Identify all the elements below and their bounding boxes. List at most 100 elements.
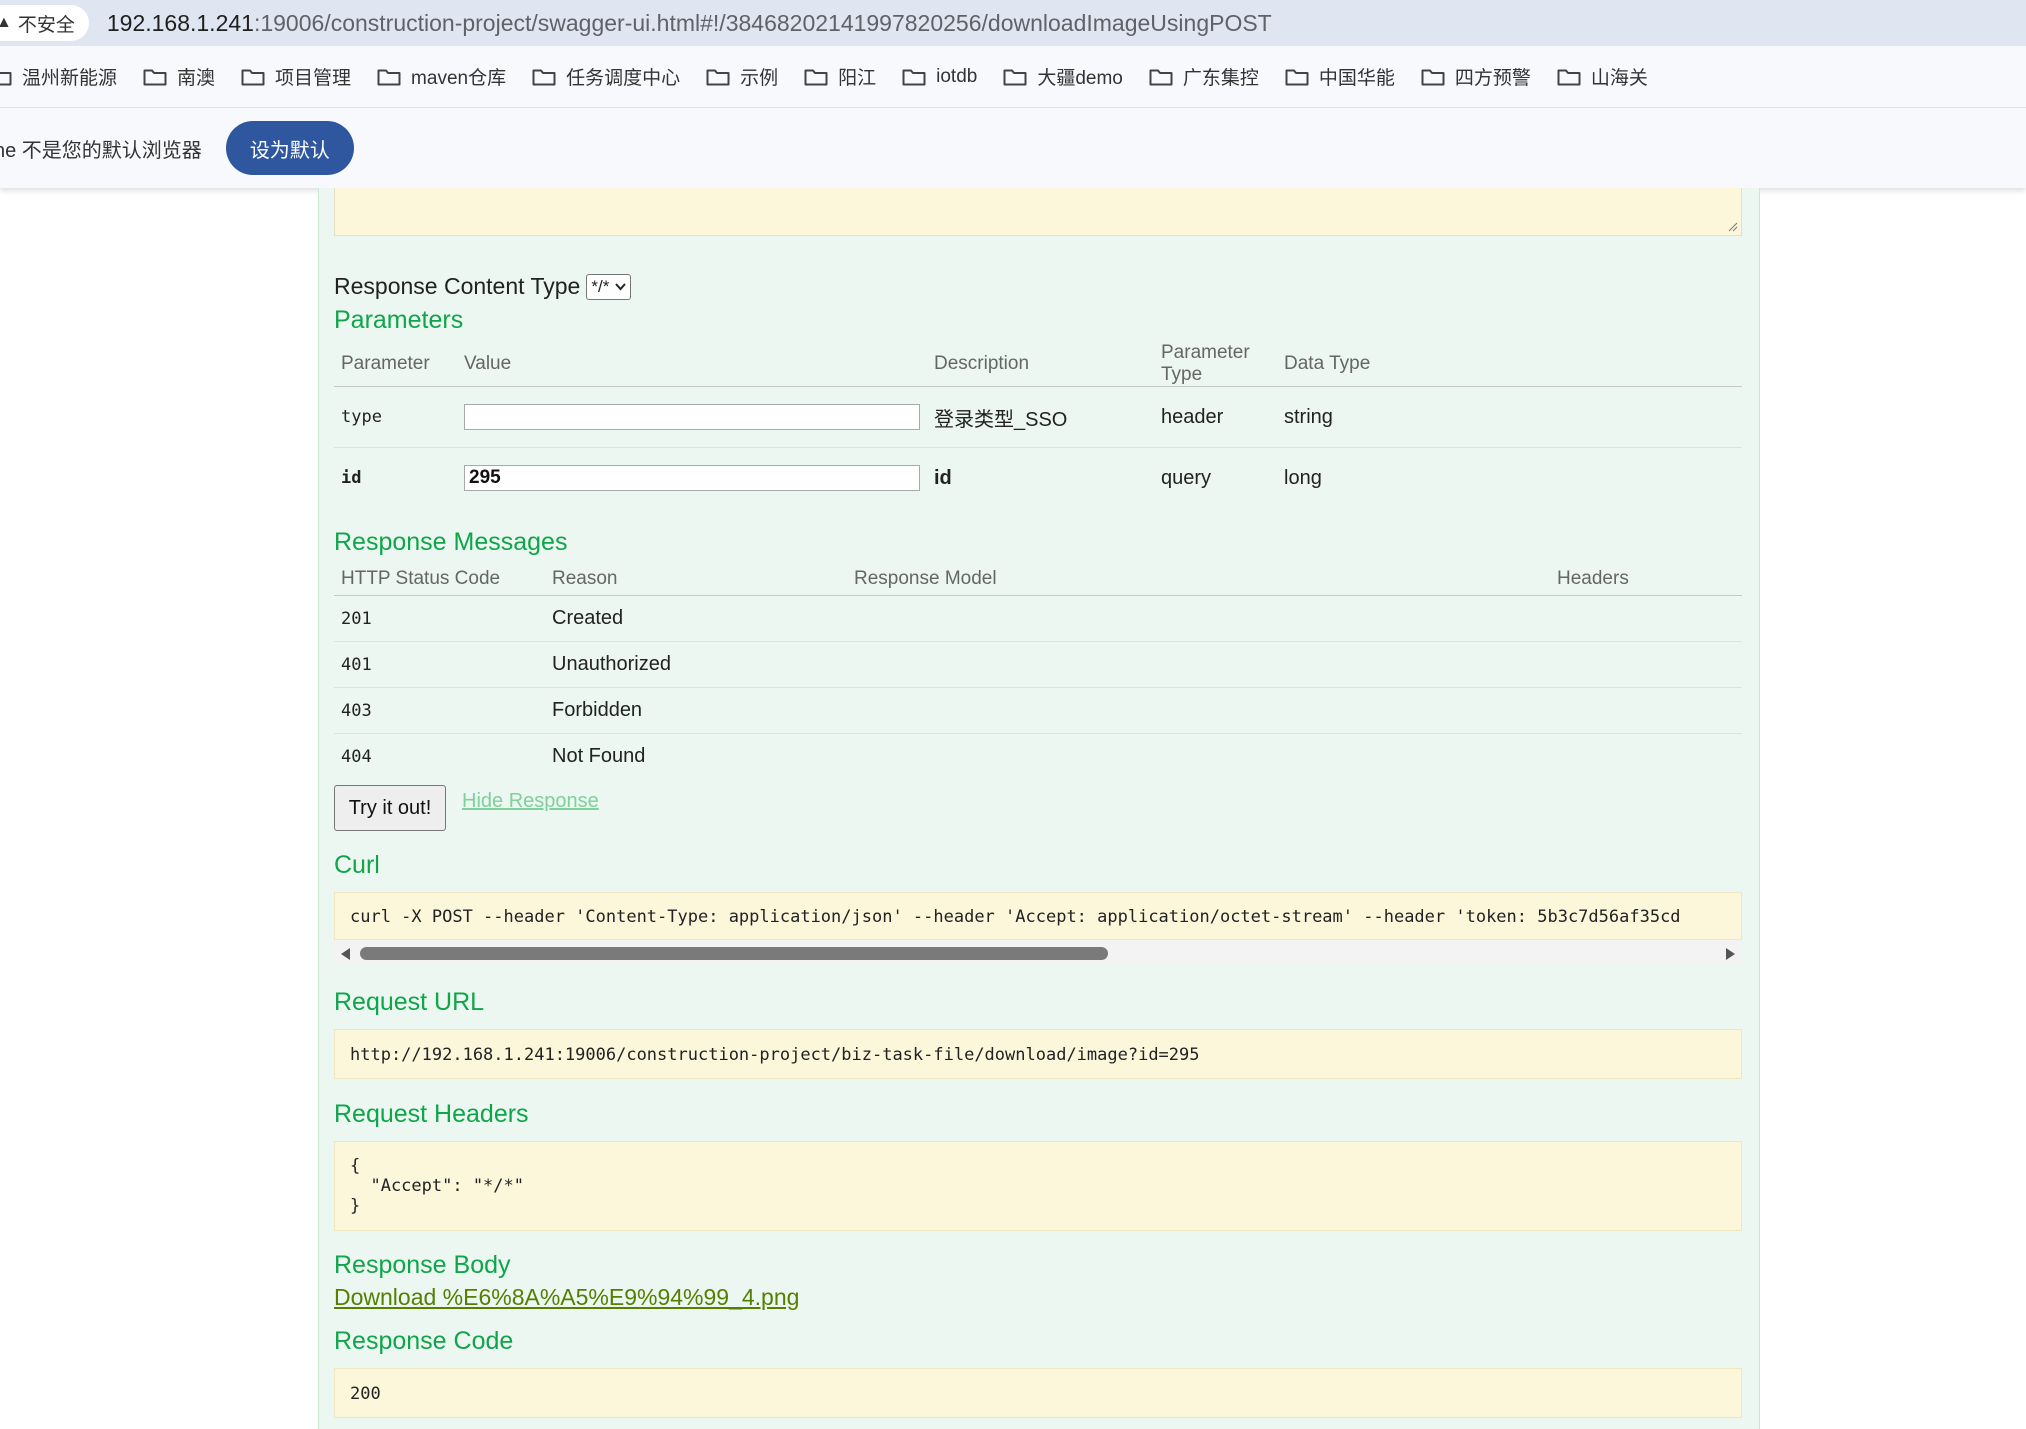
folder-icon bbox=[1285, 69, 1309, 85]
set-default-button[interactable]: 设为默认 bbox=[225, 121, 354, 175]
bookmark-label: 四方预警 bbox=[1454, 68, 1531, 89]
resp-col-headers: Headers bbox=[1550, 563, 1742, 596]
chevron-down-icon bbox=[615, 282, 627, 290]
request-url-code: http://192.168.1.241:19006/construction-… bbox=[334, 1029, 1742, 1079]
response-content-type: Response Content Type */* bbox=[334, 273, 632, 300]
response-code-title: Response Code bbox=[334, 1327, 514, 1355]
bookmark-label: 山海关 bbox=[1590, 68, 1648, 89]
bookmark-item[interactable]: 广东集控 bbox=[1149, 63, 1259, 90]
status-code: 403 bbox=[334, 687, 545, 734]
curl-scrollbar[interactable] bbox=[334, 940, 1742, 966]
bookmark-item[interactable]: 阳江 bbox=[804, 63, 876, 90]
bookmark-item[interactable]: 南澳 bbox=[143, 63, 215, 90]
param-name: type bbox=[334, 386, 457, 448]
bookmark-item[interactable]: 温州新能源 bbox=[0, 63, 117, 90]
bookmark-item[interactable]: maven仓库 bbox=[377, 63, 506, 90]
param-type: header bbox=[1154, 386, 1277, 448]
url-field[interactable]: 192.168.1.241:19006/construction-project… bbox=[107, 10, 1272, 37]
resp-col-model: Response Model bbox=[847, 563, 1550, 596]
scroll-right-icon[interactable] bbox=[1726, 948, 1735, 960]
response-messages-table: HTTP Status Code Reason Response Model H… bbox=[334, 563, 1742, 780]
bookmark-label: 任务调度中心 bbox=[566, 68, 681, 89]
table-row: 401 Unauthorized bbox=[334, 641, 1742, 688]
bookmark-label: 示例 bbox=[740, 68, 779, 89]
url-path: :19006/construction-project/swagger-ui.h… bbox=[253, 9, 1272, 36]
folder-icon bbox=[902, 69, 926, 85]
warning-icon: ▲ bbox=[0, 14, 12, 31]
parameters-title: Parameters bbox=[334, 306, 464, 334]
table-row: 201 Created bbox=[334, 595, 1742, 642]
status-reason: Unauthorized bbox=[545, 641, 847, 688]
param-description: id bbox=[934, 466, 952, 489]
status-reason: Not Found bbox=[552, 745, 646, 768]
response-content-type-label: Response Content Type bbox=[334, 273, 581, 299]
status-reason: Created bbox=[545, 595, 847, 642]
response-messages-title: Response Messages bbox=[334, 528, 568, 556]
folder-icon bbox=[0, 71, 12, 85]
request-url-title: Request URL bbox=[334, 988, 485, 1016]
param-data-type: long bbox=[1284, 466, 1322, 489]
folder-icon bbox=[1149, 69, 1173, 85]
status-code: 401 bbox=[334, 641, 545, 688]
bookmark-item[interactable]: 示例 bbox=[706, 63, 778, 90]
bookmark-label: 大疆demo bbox=[1037, 68, 1123, 89]
scrollbar-thumb[interactable] bbox=[360, 947, 1108, 960]
download-link[interactable]: Download %E6%8A%A5%E9%94%99_4.png bbox=[334, 1284, 799, 1311]
bookmark-item[interactable]: 项目管理 bbox=[241, 63, 351, 90]
bookmark-item[interactable]: 大疆demo bbox=[1003, 63, 1123, 90]
hide-response-link[interactable]: Hide Response bbox=[462, 790, 599, 813]
default-browser-infobar: ne 不是您的默认浏览器 设为默认 bbox=[0, 108, 2026, 188]
request-headers-code: { "Accept": "*/*" } bbox=[334, 1141, 1742, 1231]
id-input[interactable] bbox=[464, 465, 920, 492]
type-input[interactable] bbox=[464, 404, 920, 430]
security-label: 不安全 bbox=[17, 14, 75, 36]
param-type: query bbox=[1161, 466, 1212, 489]
bookmark-label: 阳江 bbox=[838, 68, 877, 89]
body-textarea[interactable] bbox=[334, 188, 1742, 236]
folder-icon bbox=[1421, 69, 1445, 85]
bookmark-label: 南澳 bbox=[177, 68, 216, 89]
resp-col-reason: Reason bbox=[545, 563, 847, 596]
bookmark-label: maven仓库 bbox=[411, 68, 507, 89]
bookmark-label: 项目管理 bbox=[275, 68, 352, 89]
status-code: 201 bbox=[334, 595, 545, 642]
security-indicator[interactable]: ▲ 不安全 bbox=[0, 5, 89, 41]
folder-icon bbox=[143, 69, 167, 85]
bookmark-item[interactable]: 四方预警 bbox=[1421, 63, 1531, 90]
bookmark-label: 中国华能 bbox=[1318, 68, 1395, 89]
infobar-message: ne 不是您的默认浏览器 bbox=[0, 139, 202, 162]
try-it-out-button[interactable]: Try it out! bbox=[334, 785, 446, 831]
table-row: 404 Not Found bbox=[334, 734, 1742, 780]
bookmarks-bar: 温州新能源 南澳 项目管理 maven仓库 任务调度中心 示例 阳江 iotdb 大疆demo 广… bbox=[0, 46, 2026, 108]
folder-icon bbox=[377, 69, 401, 85]
scroll-left-icon[interactable] bbox=[341, 948, 350, 960]
bookmark-item[interactable]: 山海关 bbox=[1557, 63, 1648, 90]
folder-icon bbox=[241, 69, 265, 85]
table-row: id id query long bbox=[334, 448, 1742, 509]
param-name: id bbox=[341, 468, 362, 489]
folder-icon bbox=[804, 69, 828, 85]
resize-grip-icon[interactable] bbox=[1728, 222, 1738, 232]
status-reason: Forbidden bbox=[545, 687, 847, 734]
url-host: 192.168.1.241 bbox=[106, 9, 254, 36]
param-col-description: Description bbox=[927, 342, 1154, 387]
curl-code: curl -X POST --header 'Content-Type: app… bbox=[334, 892, 1742, 940]
param-col-parameter-type: Parameter Type bbox=[1154, 342, 1277, 387]
bookmark-item[interactable]: iotdb bbox=[902, 66, 977, 88]
response-code: 200 bbox=[334, 1368, 1742, 1418]
param-col-data-type: Data Type bbox=[1277, 342, 1742, 387]
status-code: 404 bbox=[341, 746, 372, 767]
response-body-title: Response Body bbox=[334, 1251, 511, 1279]
param-description: 登录类型_SSO bbox=[927, 386, 1154, 448]
folder-icon bbox=[1003, 69, 1027, 85]
table-row: 403 Forbidden bbox=[334, 687, 1742, 734]
bookmark-item[interactable]: 任务调度中心 bbox=[532, 63, 680, 90]
response-content-type-select[interactable]: */* bbox=[586, 273, 632, 300]
request-headers-title: Request Headers bbox=[334, 1100, 529, 1128]
folder-icon bbox=[1557, 69, 1581, 85]
address-bar: ▲ 不安全 192.168.1.241:19006/construction-p… bbox=[0, 0, 2026, 46]
resp-col-status-code: HTTP Status Code bbox=[334, 563, 545, 596]
bookmark-label: 温州新能源 bbox=[22, 68, 118, 89]
bookmark-item[interactable]: 中国华能 bbox=[1285, 63, 1395, 90]
bookmark-label: iotdb bbox=[936, 65, 978, 87]
